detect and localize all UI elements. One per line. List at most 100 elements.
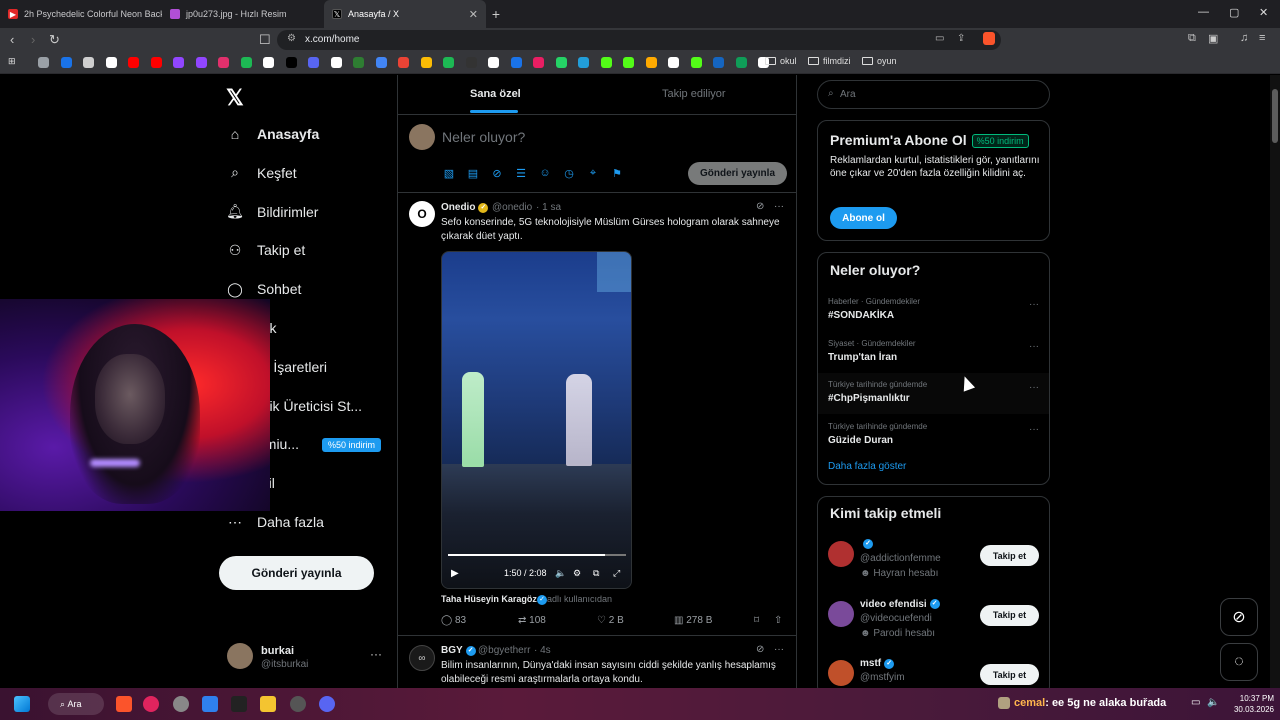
bookmark-favicon-icon[interactable] — [600, 57, 612, 68]
bookmark-favicon-icon[interactable] — [375, 57, 387, 68]
bookmark-favicon-icon[interactable] — [713, 57, 724, 68]
tweet-avatar[interactable]: O — [409, 201, 435, 227]
apps-icon[interactable]: ⊞ — [8, 56, 16, 67]
follow-button[interactable]: Takip et — [980, 664, 1039, 685]
tweet-time[interactable]: · 1 sa — [536, 202, 561, 213]
media-player-icon[interactable] — [143, 696, 159, 712]
like-action[interactable]: ♡ 2 B — [597, 615, 624, 626]
grok-app-icon[interactable] — [231, 696, 247, 712]
bookmark-favicon-icon[interactable] — [240, 57, 252, 68]
avatar[interactable] — [828, 541, 854, 567]
bookmark-favicon-icon[interactable] — [285, 57, 297, 68]
bookmark-favicon-icon[interactable] — [510, 57, 522, 68]
bookmark-favicon-icon[interactable] — [735, 57, 747, 68]
reload-icon[interactable]: ↻ — [49, 32, 60, 48]
page-scrollbar[interactable] — [1270, 75, 1280, 688]
menu-icon[interactable]: ≡ — [1259, 32, 1265, 44]
tweet-avatar[interactable]: ∞ — [409, 645, 435, 671]
bookmark-favicon-icon[interactable] — [218, 57, 229, 68]
bookmark-favicon-icon[interactable] — [128, 57, 139, 68]
bookmark-favicon-icon[interactable] — [308, 57, 319, 68]
volume-icon[interactable]: 🔈 — [555, 568, 566, 579]
bookmark-favicon-icon[interactable] — [488, 57, 499, 68]
nav-item-5[interactable]: ◯ Sohbet — [226, 277, 301, 301]
minimize-button[interactable]: — — [1198, 6, 1209, 18]
bookmark-favicon-icon[interactable] — [668, 57, 679, 68]
bookmark-favicon-icon[interactable] — [353, 57, 364, 68]
maximize-button[interactable]: ▢ — [1229, 6, 1239, 19]
discord-icon[interactable] — [319, 696, 335, 712]
video-progress-bar[interactable] — [448, 554, 626, 556]
post-button[interactable]: Gönderi yayınla — [219, 556, 374, 590]
browser-tab-image[interactable]: jp0u273.jpg - Hızlı Resim — [162, 0, 324, 28]
more-icon[interactable]: ··· — [774, 644, 784, 655]
nav-item-11[interactable]: ⋯ Daha fazla — [226, 510, 324, 534]
image-icon[interactable]: ▧ — [443, 167, 455, 180]
tweet-author[interactable]: Onedio ✓ — [441, 202, 489, 213]
close-tab-icon[interactable]: ✕ — [469, 8, 478, 21]
trend-item[interactable]: Türkiye tarihinde gündemde Güzide Duran ··… — [818, 415, 1049, 456]
bookmark-favicon-icon[interactable] — [420, 57, 432, 68]
follow-suggestion[interactable]: video efendisi ✓ @videocuefendi ☻ Parodi he… — [818, 593, 1049, 649]
trend-item[interactable]: Siyaset · Gündemdekiler Trump'tan İran ··· — [818, 332, 1049, 373]
grok-icon[interactable]: ⊘ — [756, 201, 764, 212]
search-input[interactable]: ⌕ Ara — [817, 80, 1050, 109]
compose-post-button[interactable]: Gönderi yayınla — [688, 162, 787, 185]
schedule-icon[interactable]: ◷ — [563, 167, 575, 180]
tweet-author[interactable]: BGY ✓ — [441, 645, 476, 656]
reply-action[interactable]: ◯ 83 — [441, 615, 466, 626]
bookmark-favicon-icon[interactable] — [330, 57, 342, 68]
network-icon[interactable]: ▭ — [1191, 697, 1200, 708]
photos-icon[interactable] — [202, 696, 218, 712]
bookmark-folder-okul[interactable]: okul — [765, 56, 797, 66]
bookmark-favicon-icon[interactable] — [105, 57, 117, 68]
bookmark-favicon-icon[interactable] — [60, 57, 72, 68]
back-icon[interactable]: ‹ — [10, 32, 14, 47]
browser-tab-video[interactable]: ▶ 2h Psychedelic Colorful Neon Backgr — [0, 0, 162, 28]
nav-item-4[interactable]: ⚇ Takip et — [226, 238, 306, 262]
brave-icon[interactable] — [116, 696, 132, 712]
bookmark-favicon-icon[interactable] — [555, 57, 567, 68]
steam-icon[interactable] — [290, 696, 306, 712]
more-icon[interactable]: ··· — [1029, 341, 1039, 352]
tab-for-you[interactable]: Sana özel — [470, 88, 521, 100]
follow-suggestion[interactable]: mstf ✓ @mstfyim Takip et — [818, 652, 1049, 688]
site-settings-icon[interactable]: ⚙ — [287, 33, 296, 44]
retweet-action[interactable]: ⇄ 108 — [518, 615, 546, 626]
bookmark-favicon-icon[interactable] — [83, 57, 94, 68]
video-credit-name[interactable]: Taha Hüseyin Karagöz — [441, 594, 537, 604]
suggestion-name[interactable]: mstf ✓ — [860, 658, 895, 669]
follow-suggestion[interactable]: ✓ @addictionfemme ☻ Hayran hesabı Takip et — [818, 533, 1049, 589]
taskbar-search[interactable]: ⌕ Ara — [48, 693, 104, 715]
extensions-icon[interactable]: ⧉ — [1188, 32, 1196, 45]
new-tab-button[interactable]: + — [486, 6, 506, 22]
bookmark-favicon-icon[interactable] — [398, 57, 409, 68]
play-icon[interactable]: ▶ — [451, 568, 459, 579]
poll-icon[interactable]: ☰ — [515, 167, 527, 180]
bookmark-icon[interactable]: ⌑ — [754, 615, 759, 626]
share-icon[interactable]: ⇪ — [957, 33, 965, 44]
close-window-button[interactable]: ✕ — [1259, 6, 1268, 19]
bookmark-favicon-icon[interactable] — [690, 57, 702, 68]
cast-icon[interactable]: ▭ — [935, 33, 944, 44]
bookmark-folder-filmdizi[interactable]: filmdizi — [808, 56, 851, 66]
pip-icon[interactable]: ⧉ — [593, 568, 599, 579]
more-icon[interactable]: ··· — [1029, 299, 1039, 310]
grok-icon[interactable]: ⊘ — [491, 167, 503, 180]
bookmark-favicon-icon[interactable] — [533, 57, 544, 68]
bookmark-favicon-icon[interactable] — [173, 57, 184, 68]
account-menu-icon[interactable]: ··· — [370, 647, 382, 661]
avatar[interactable] — [828, 600, 854, 627]
avatar[interactable] — [828, 660, 854, 686]
bookmark-favicon-icon[interactable] — [645, 57, 657, 68]
share-icon[interactable]: ⇧ — [774, 615, 782, 626]
bookmark-favicon-icon[interactable] — [195, 57, 207, 68]
nav-item-1[interactable]: ⌂ Anasayfa — [226, 122, 320, 146]
bookmark-favicon-icon[interactable] — [263, 57, 274, 68]
more-icon[interactable]: ··· — [1029, 424, 1039, 435]
bookmark-favicon-icon[interactable] — [623, 57, 634, 68]
suggestion-name[interactable]: video efendisi ✓ — [860, 599, 940, 610]
bookmark-page-icon[interactable]: ☐ — [259, 32, 271, 48]
speaker-icon[interactable]: 🔈 — [1207, 697, 1219, 708]
fullscreen-icon[interactable]: ⤢ — [613, 568, 620, 579]
